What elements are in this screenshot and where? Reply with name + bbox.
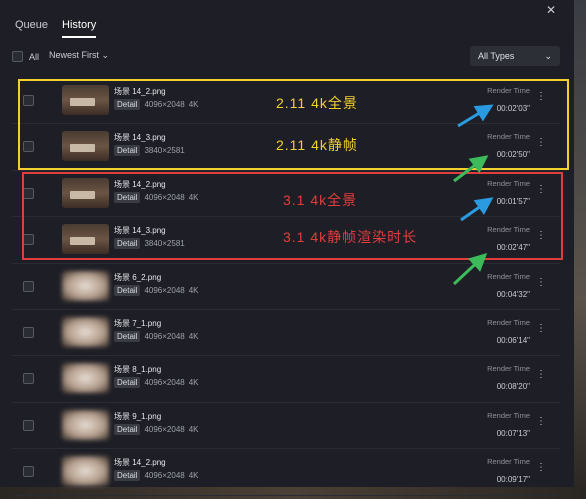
arrow-blue bbox=[457, 104, 494, 128]
annotation-arrows bbox=[452, 104, 494, 286]
arrow-green bbox=[452, 252, 488, 286]
arrow-blue bbox=[460, 197, 494, 222]
arrow-green bbox=[453, 155, 489, 183]
